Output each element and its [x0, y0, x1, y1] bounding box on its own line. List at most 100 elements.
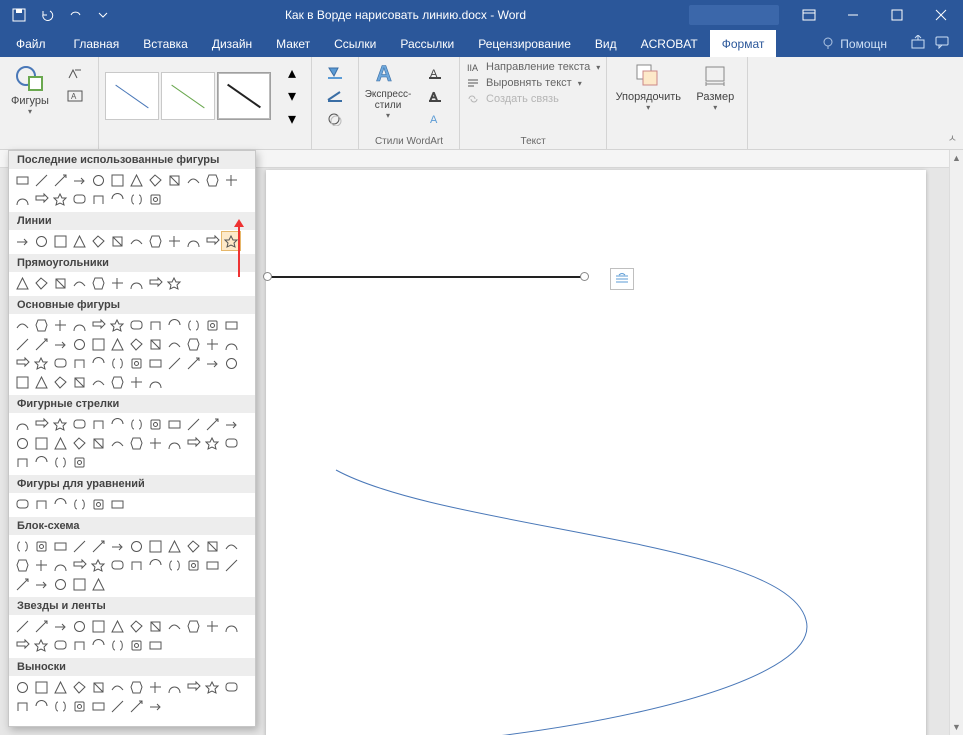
shape-item[interactable] — [165, 354, 183, 372]
shape-item[interactable] — [127, 373, 145, 391]
shape-item[interactable] — [32, 335, 50, 353]
shape-item[interactable] — [32, 354, 50, 372]
shape-item[interactable] — [108, 373, 126, 391]
shape-item[interactable] — [146, 335, 164, 353]
shape-item[interactable] — [51, 495, 69, 513]
shape-item[interactable] — [108, 316, 126, 334]
shape-item[interactable] — [165, 537, 183, 555]
shape-item[interactable] — [108, 335, 126, 353]
shape-item[interactable] — [146, 697, 164, 715]
size-button[interactable]: Размер ▾ — [689, 61, 741, 112]
shape-item[interactable] — [51, 556, 69, 574]
shape-item[interactable] — [51, 434, 69, 452]
shape-item[interactable] — [127, 636, 145, 654]
minimize-button[interactable] — [831, 0, 875, 30]
tab-review[interactable]: Рецензирование — [466, 30, 583, 57]
shape-item[interactable] — [89, 354, 107, 372]
shape-item[interactable] — [89, 537, 107, 555]
shape-item[interactable] — [127, 415, 145, 433]
shape-item[interactable] — [222, 335, 240, 353]
shape-item[interactable] — [70, 415, 88, 433]
scroll-up-icon[interactable]: ▲ — [950, 150, 963, 166]
shape-item[interactable] — [89, 335, 107, 353]
shape-item[interactable] — [203, 171, 221, 189]
shape-item[interactable] — [32, 453, 50, 471]
maximize-button[interactable] — [875, 0, 919, 30]
shape-item[interactable] — [51, 354, 69, 372]
shape-item[interactable] — [89, 495, 107, 513]
shape-item[interactable] — [203, 232, 221, 250]
shape-item[interactable] — [127, 232, 145, 250]
shape-item[interactable] — [165, 335, 183, 353]
comments-icon[interactable] — [935, 35, 949, 52]
shape-item[interactable] — [108, 274, 126, 292]
shape-item[interactable] — [146, 373, 164, 391]
shape-item[interactable] — [108, 617, 126, 635]
shape-item[interactable] — [165, 415, 183, 433]
vertical-scrollbar[interactable]: ▲ ▼ — [949, 150, 963, 735]
arrange-button[interactable]: Упорядочить ▾ — [613, 61, 683, 112]
style-preset-1[interactable] — [105, 72, 159, 120]
shape-styles-gallery[interactable]: ▴ ▾ ▾ — [105, 61, 309, 131]
shape-item[interactable] — [32, 636, 50, 654]
layout-options-button[interactable] — [610, 268, 634, 290]
shape-item[interactable] — [203, 415, 221, 433]
shape-item[interactable] — [108, 190, 126, 208]
shape-item[interactable] — [184, 171, 202, 189]
shape-item[interactable] — [51, 453, 69, 471]
shape-item[interactable] — [184, 537, 202, 555]
shape-item[interactable] — [165, 617, 183, 635]
shape-item[interactable] — [51, 171, 69, 189]
shape-item[interactable] — [127, 537, 145, 555]
shape-item[interactable] — [184, 354, 202, 372]
shape-item[interactable] — [70, 636, 88, 654]
shape-item[interactable] — [13, 617, 31, 635]
shape-item[interactable] — [127, 171, 145, 189]
align-text-button[interactable]: Выровнять текст▾ — [466, 77, 600, 89]
shape-item[interactable] — [108, 171, 126, 189]
shape-item[interactable] — [146, 354, 164, 372]
shape-item[interactable] — [32, 537, 50, 555]
shape-item[interactable] — [70, 495, 88, 513]
selected-line-shape[interactable] — [256, 266, 596, 286]
shape-item[interactable] — [13, 171, 31, 189]
style-preset-2[interactable] — [161, 72, 215, 120]
shape-item[interactable] — [146, 316, 164, 334]
tab-home[interactable]: Главная — [62, 30, 132, 57]
shape-item[interactable] — [203, 678, 221, 696]
shape-item[interactable] — [146, 556, 164, 574]
shape-item[interactable] — [222, 617, 240, 635]
shape-item[interactable] — [127, 556, 145, 574]
shape-item[interactable] — [32, 495, 50, 513]
shape-item[interactable] — [203, 316, 221, 334]
shape-item[interactable] — [127, 697, 145, 715]
text-direction-button[interactable]: IIАНаправление текста▾ — [466, 61, 600, 73]
qat-customize-icon[interactable] — [92, 4, 114, 26]
tab-file[interactable]: Файл — [0, 30, 62, 57]
shape-item[interactable] — [127, 190, 145, 208]
shape-item[interactable] — [51, 617, 69, 635]
shape-item[interactable] — [146, 190, 164, 208]
curve-shape[interactable] — [266, 430, 826, 735]
resize-handle-right[interactable] — [580, 272, 589, 281]
tab-layout[interactable]: Макет — [264, 30, 322, 57]
shape-item[interactable] — [13, 190, 31, 208]
shape-item[interactable] — [51, 335, 69, 353]
shape-item[interactable] — [184, 556, 202, 574]
shape-item[interactable] — [70, 354, 88, 372]
shape-item[interactable] — [32, 373, 50, 391]
shape-item[interactable] — [146, 415, 164, 433]
shape-item[interactable] — [32, 678, 50, 696]
shape-item[interactable] — [127, 617, 145, 635]
shape-item[interactable] — [165, 232, 183, 250]
shape-item[interactable] — [127, 434, 145, 452]
shape-item[interactable] — [51, 678, 69, 696]
shape-item[interactable] — [13, 335, 31, 353]
shape-item[interactable] — [32, 556, 50, 574]
shape-item[interactable] — [146, 636, 164, 654]
shape-item[interactable] — [89, 171, 107, 189]
shape-item[interactable] — [32, 575, 50, 593]
shape-item[interactable] — [51, 190, 69, 208]
shape-item[interactable] — [165, 556, 183, 574]
shapes-dropdown-button[interactable]: Фигуры ▾ — [6, 61, 54, 116]
